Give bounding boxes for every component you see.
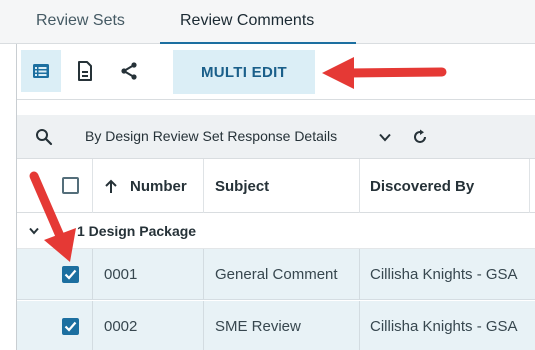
refresh-icon[interactable] <box>412 129 428 145</box>
row-checkbox[interactable] <box>62 266 79 283</box>
tab-review-sets[interactable]: Review Sets <box>36 12 125 30</box>
column-divider <box>359 249 360 300</box>
cell-discovered-by: Cillisha Knights - GSA <box>370 318 518 335</box>
checkmark-icon <box>64 321 77 332</box>
tab-review-comments[interactable]: Review Comments <box>180 12 314 30</box>
grouping-selector[interactable]: By Design Review Set Response Details <box>85 128 337 144</box>
share-icon <box>121 62 137 80</box>
cell-subject: General Comment <box>215 266 338 283</box>
grouping-bar: By Design Review Set Response Details <box>17 115 535 159</box>
annotation-arrow-down <box>29 171 76 262</box>
table-header: Number Subject Discovered By <box>17 159 535 213</box>
column-header-subject[interactable]: Subject <box>215 178 269 195</box>
column-divider <box>203 301 204 350</box>
share-button[interactable] <box>109 50 149 92</box>
app-frame: Review Sets Review Comments MULTI EDIT B… <box>0 0 535 350</box>
group-row[interactable]: 1 Design Package <box>17 213 535 249</box>
checkmark-icon <box>64 269 77 280</box>
arrow-up-icon[interactable] <box>104 179 118 194</box>
column-divider <box>359 301 360 350</box>
column-divider <box>92 301 93 350</box>
document-icon <box>78 61 92 81</box>
annotation-arrow-right <box>322 57 447 89</box>
column-divider <box>359 159 360 213</box>
column-header-discovered-by[interactable]: Discovered By <box>370 178 474 195</box>
cell-number: 0002 <box>104 318 138 335</box>
table-row[interactable]: 0002 SME Review Cillisha Knights - GSA <box>17 301 535 350</box>
cell-subject: SME Review <box>215 318 301 335</box>
column-header-number[interactable]: Number <box>130 178 187 195</box>
list-view-icon <box>33 64 49 78</box>
spacer <box>17 100 535 115</box>
document-button[interactable] <box>65 50 105 92</box>
column-divider <box>92 249 93 300</box>
tab-bar: Review Sets Review Comments <box>0 0 535 45</box>
row-checkbox[interactable] <box>62 318 79 335</box>
toolbar: MULTI EDIT <box>17 44 535 100</box>
search-icon[interactable] <box>35 128 53 146</box>
column-divider <box>203 159 204 213</box>
column-divider <box>529 159 530 213</box>
cell-number: 0001 <box>104 266 138 283</box>
column-divider <box>203 249 204 300</box>
table-row[interactable]: 0001 General Comment Cillisha Knights - … <box>17 249 535 300</box>
column-divider <box>92 159 93 213</box>
list-view-button[interactable] <box>21 50 61 92</box>
multi-edit-button[interactable]: MULTI EDIT <box>173 50 315 94</box>
cell-discovered-by: Cillisha Knights - GSA <box>370 266 518 283</box>
group-label: 1 Design Package <box>77 223 197 239</box>
chevron-down-icon[interactable] <box>379 133 391 142</box>
